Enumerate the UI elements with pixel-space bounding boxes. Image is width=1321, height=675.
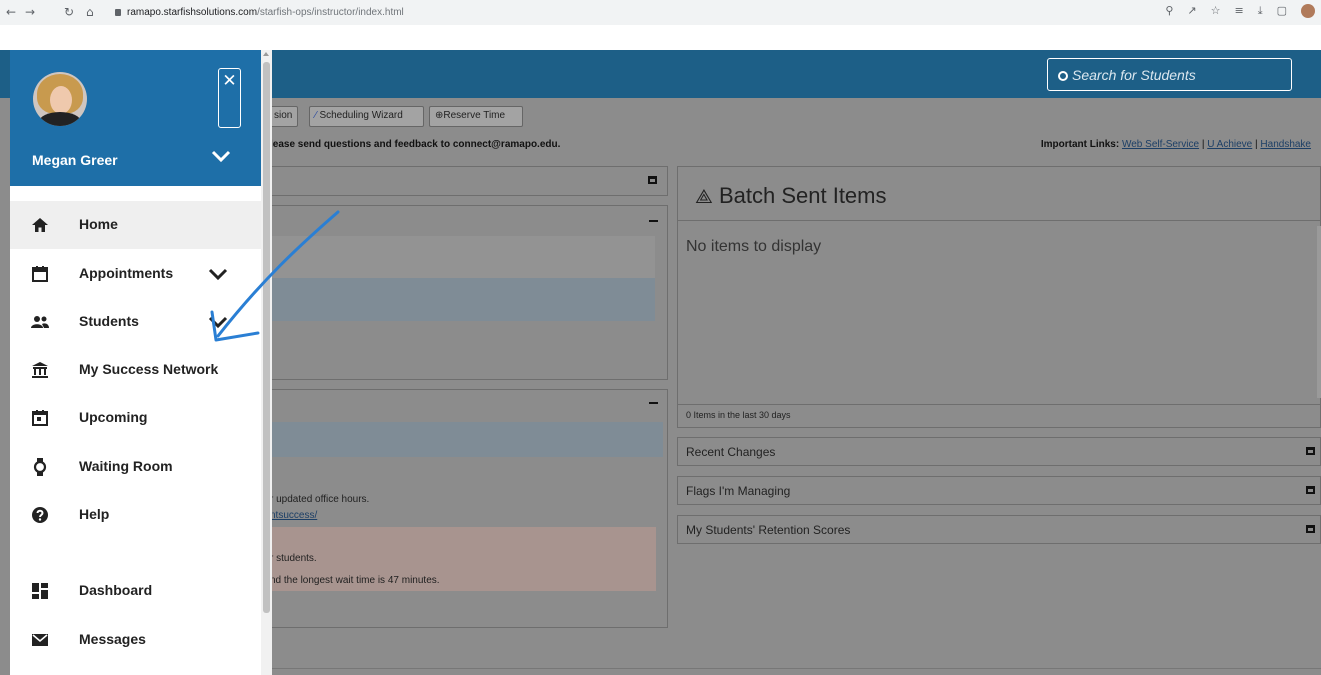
- divider: [677, 220, 1321, 221]
- calendar-event-icon: [32, 410, 48, 426]
- scroll-up-icon[interactable]: [263, 52, 269, 56]
- important-links-label: Important Links:: [1040, 139, 1120, 150]
- empty-message: No items to display: [686, 238, 822, 255]
- reserve-time-label: Reserve Time: [443, 110, 506, 121]
- session-button-label: sion: [274, 110, 293, 121]
- maximize-icon[interactable]: [1306, 525, 1315, 533]
- send-icon: ⟁: [695, 186, 713, 208]
- items-count: 0 Items in the last 30 days: [686, 410, 791, 420]
- calendar-icon: [32, 266, 48, 282]
- profile-avatar-icon[interactable]: [1301, 4, 1315, 18]
- search-icon: [1058, 71, 1068, 81]
- forward-icon[interactable]: →: [25, 5, 35, 19]
- sidebar-item-label: Home: [79, 216, 118, 232]
- home-browser-icon[interactable]: ⌂: [86, 5, 94, 19]
- sidebar-item-upcoming[interactable]: Upcoming: [10, 398, 261, 438]
- office-hours-link[interactable]: ntsuccess/: [270, 510, 317, 521]
- sidebar-item-appointments[interactable]: Appointments: [10, 254, 261, 294]
- page-gap: [0, 25, 1321, 50]
- mail-icon: [32, 634, 48, 646]
- collapsed-panel: [268, 166, 668, 196]
- people-icon: [31, 316, 49, 328]
- sidebar-item-help[interactable]: Help: [10, 495, 261, 535]
- bookmark-star-icon[interactable]: ☆: [1211, 4, 1221, 18]
- help-icon: [32, 507, 48, 523]
- u-achieve-link[interactable]: U Achieve: [1207, 139, 1252, 150]
- handshake-link[interactable]: Handshake: [1260, 139, 1311, 150]
- student-search-input[interactable]: Search for Students: [1047, 58, 1292, 91]
- avatar: [33, 72, 87, 126]
- flags-label: Flags I'm Managing: [686, 484, 791, 498]
- reading-list-icon[interactable]: ≡: [1235, 4, 1244, 18]
- session-button[interactable]: sion: [268, 106, 298, 127]
- sidebar-item-label: Waiting Room: [79, 458, 173, 474]
- sidebar-item-label: Students: [79, 313, 139, 329]
- reserve-time-button[interactable]: ⊕Reserve Time: [429, 106, 523, 127]
- batch-title-text: Batch Sent Items: [718, 183, 887, 208]
- side-panel-icon[interactable]: ▢: [1277, 4, 1287, 18]
- chevron-down-icon[interactable]: [208, 312, 228, 332]
- retention-label: My Students' Retention Scores: [686, 523, 851, 537]
- close-icon: ✕: [222, 71, 237, 90]
- share-icon[interactable]: ↗: [1187, 4, 1196, 18]
- sidebar-item-students[interactable]: Students: [10, 302, 261, 342]
- browser-toolbar: ← → ↻ ⌂ ramapo.starfishsolutions.com/sta…: [0, 0, 1321, 25]
- panel-scrollbar[interactable]: [1317, 226, 1321, 398]
- dashboard-icon: [32, 583, 48, 599]
- watch-icon: [33, 458, 47, 476]
- search-placeholder: Search for Students: [1072, 67, 1196, 83]
- scheduling-wizard-button[interactable]: ⁄ Scheduling Wizard: [309, 106, 424, 127]
- download-icon[interactable]: ⤓: [1258, 4, 1263, 18]
- list-item: [269, 422, 663, 457]
- back-icon[interactable]: ←: [6, 5, 16, 19]
- list-item: [269, 278, 655, 321]
- browser-actions: ⚲ ↗ ☆ ≡ ⤓ ▢: [1165, 4, 1315, 18]
- sidebar-item-dashboard[interactable]: Dashboard: [10, 571, 261, 611]
- close-sidebar-button[interactable]: ✕: [218, 68, 241, 128]
- important-links: Important Links: Web Self-Service | U Ac…: [1041, 139, 1311, 150]
- sidebar-item-messages[interactable]: Messages: [10, 620, 261, 660]
- web-self-service-link[interactable]: Web Self-Service: [1122, 139, 1199, 150]
- chevron-down-icon[interactable]: [208, 264, 228, 284]
- url-path: /starfish-ops/instructor/index.html: [257, 7, 404, 18]
- footer-divider: [270, 668, 1321, 669]
- chevron-down-icon[interactable]: [211, 146, 231, 166]
- maximize-icon[interactable]: [1306, 447, 1315, 455]
- sidebar-item-my-success-network[interactable]: My Success Network: [10, 350, 261, 390]
- wait-time-text: nd the longest wait time is 47 minutes.: [270, 575, 440, 586]
- batch-title: ⟁ Batch Sent Items: [695, 183, 887, 209]
- minimize-icon[interactable]: [649, 402, 658, 404]
- sidebar-item-waiting-room[interactable]: Waiting Room: [10, 447, 261, 487]
- home-icon: [32, 218, 48, 232]
- sidebar-item-label: My Success Network: [79, 361, 219, 377]
- sidebar-item-label: Dashboard: [79, 582, 153, 598]
- zoom-icon[interactable]: ⚲: [1165, 4, 1173, 18]
- reload-icon[interactable]: ↻: [64, 5, 74, 19]
- link-separator: |: [1199, 139, 1208, 150]
- url-host: ramapo.starfishsolutions.com: [127, 7, 258, 18]
- sidebar-item-label: Upcoming: [79, 409, 148, 425]
- user-name[interactable]: Megan Greer: [32, 152, 118, 168]
- minimize-icon[interactable]: [649, 220, 658, 222]
- sidebar-item-home[interactable]: Home: [10, 205, 261, 245]
- maximize-icon[interactable]: [648, 176, 657, 184]
- office-hours-text: r updated office hours.: [270, 494, 370, 505]
- bank-icon: [32, 362, 48, 378]
- scheduling-wizard-label: Scheduling Wizard: [319, 110, 403, 121]
- waiting-students-text: r students.: [270, 553, 317, 564]
- maximize-icon[interactable]: [1306, 486, 1315, 494]
- list-item: [269, 236, 655, 278]
- lock-icon: [115, 9, 121, 16]
- wand-icon: ⁄: [315, 110, 317, 121]
- divider: [677, 404, 1321, 405]
- sidebar-item-label: Messages: [79, 631, 146, 647]
- scrollbar-thumb[interactable]: [263, 62, 270, 613]
- recent-changes-label: Recent Changes: [686, 445, 776, 459]
- sidebar-item-label: Appointments: [79, 265, 174, 281]
- address-bar[interactable]: ramapo.starfishsolutions.com/starfish-op…: [115, 7, 404, 18]
- sidebar-item-label: Help: [79, 506, 110, 522]
- feedback-notice: lease send questions and feedback to con…: [270, 139, 561, 150]
